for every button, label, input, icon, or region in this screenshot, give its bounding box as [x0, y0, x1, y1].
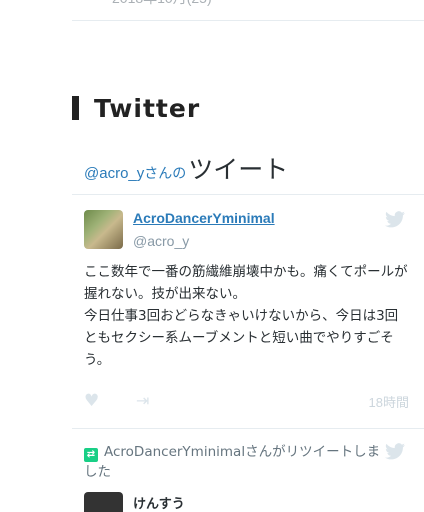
- tweet-author-name[interactable]: AcroDancerYminimal: [133, 210, 275, 226]
- section-title: Twitter: [94, 93, 201, 123]
- timeline-possessive: さんの: [144, 165, 187, 181]
- tweet-actions: ♥ ⇥ 18時間: [84, 390, 409, 412]
- avatar[interactable]: [84, 492, 123, 512]
- tweet-timestamp[interactable]: 18時間: [369, 392, 409, 411]
- retweet-text: AcroDancerYminimalさんがリツイートしました: [84, 444, 381, 480]
- heading-bar: [72, 96, 79, 120]
- twitter-bird-icon[interactable]: [385, 443, 405, 460]
- retweet-icon: ⇄: [84, 448, 98, 462]
- timeline-handle-link[interactable]: @acro_y: [84, 165, 144, 182]
- share-icon[interactable]: ⇥: [136, 391, 149, 411]
- tweet-author-name[interactable]: けんすう: [133, 493, 185, 512]
- tweet-author-handle[interactable]: @acro_y: [133, 233, 189, 249]
- divider: [72, 428, 424, 429]
- divider: [72, 194, 424, 195]
- avatar[interactable]: [84, 210, 123, 249]
- divider: [72, 20, 424, 21]
- archive-link[interactable]: 2018年10月(25): [112, 0, 212, 8]
- tweet-text: ここ数年で一番の筋繊維崩壊中かも。痛くてポールが握れない。技が出来ない。 今日仕…: [84, 264, 408, 368]
- timeline-header: @acro_y さんの ツイート: [84, 150, 288, 186]
- timeline-title: ツイート: [188, 156, 289, 184]
- widget-heading: Twitter: [72, 93, 200, 123]
- retweet-notice: ⇄ AcroDancerYminimalさんがリツイートしました: [84, 442, 384, 482]
- heart-icon[interactable]: ♥: [84, 391, 99, 411]
- twitter-bird-icon[interactable]: [385, 211, 405, 228]
